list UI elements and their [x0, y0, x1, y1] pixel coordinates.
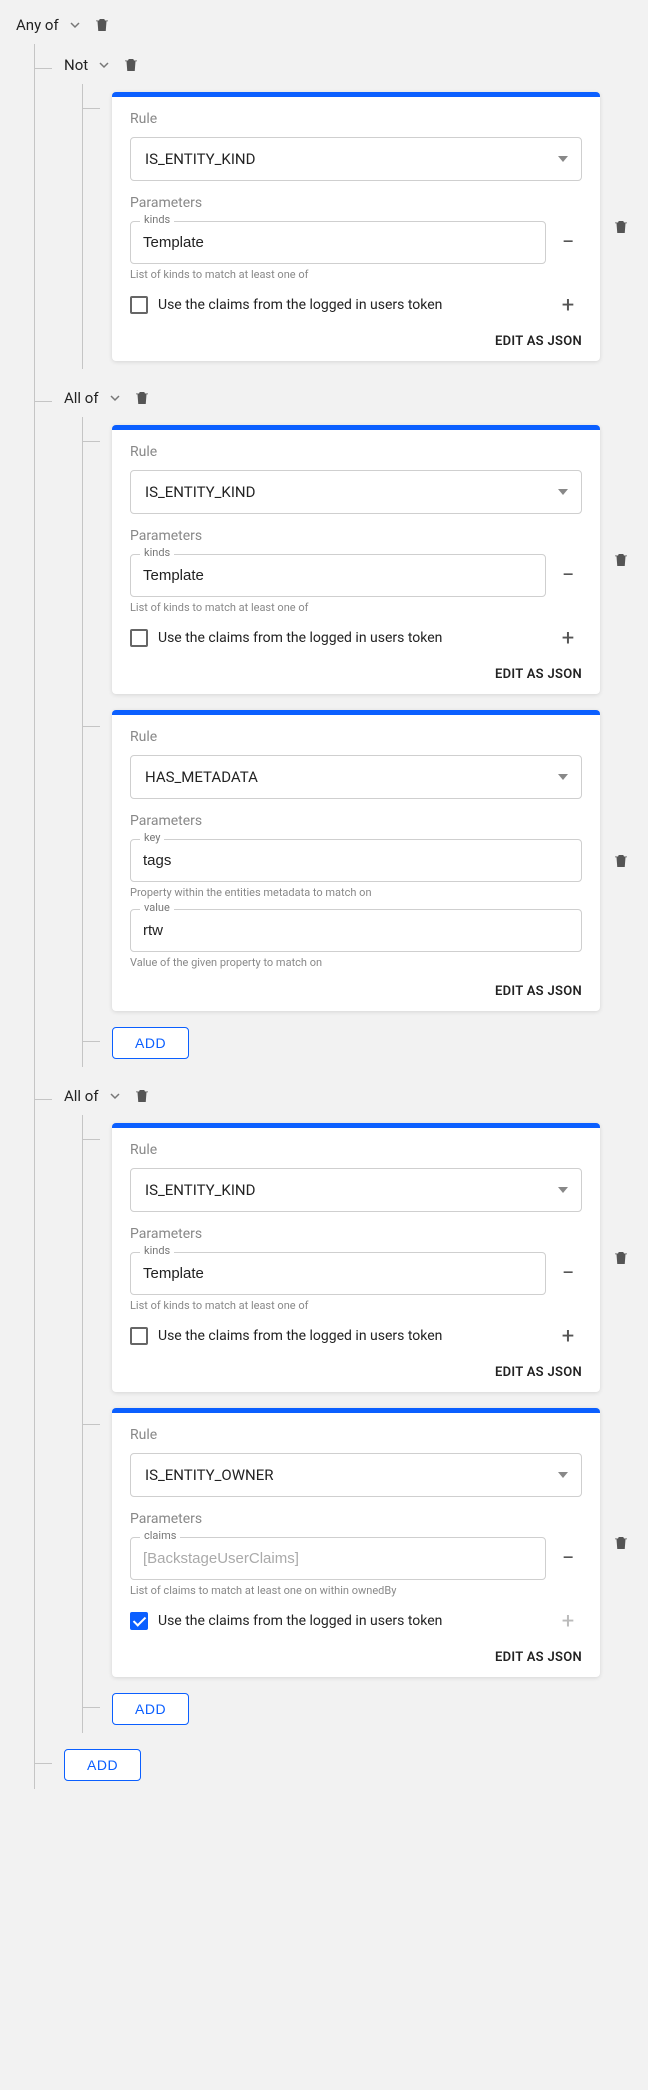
claims-checkbox-label: Use the claims from the logged in users …	[158, 1328, 544, 1344]
claims-checkbox-label: Use the claims from the logged in users …	[158, 297, 544, 313]
rule-label: Rule	[130, 729, 582, 745]
plus-icon: +	[554, 1607, 582, 1635]
rule-select[interactable]: HAS_METADATA	[130, 755, 582, 799]
rule-label: Rule	[130, 444, 582, 460]
rule-label: Rule	[130, 111, 582, 127]
trash-icon[interactable]	[120, 54, 142, 76]
add-button[interactable]: ADD	[112, 1027, 189, 1059]
rule-select[interactable]: IS_ENTITY_KIND	[130, 1168, 582, 1212]
edit-as-json-button[interactable]: EDIT AS JSON	[495, 984, 582, 999]
edit-as-json-button[interactable]: EDIT AS JSON	[495, 1365, 582, 1380]
edit-as-json-button[interactable]: EDIT AS JSON	[495, 1650, 582, 1665]
edit-as-json-button[interactable]: EDIT AS JSON	[495, 667, 582, 682]
field-legend-kinds: kinds	[140, 1244, 174, 1257]
chevron-down-icon[interactable]	[67, 17, 83, 33]
rule-card: Rule IS_ENTITY_OWNER Parameters claims	[112, 1408, 600, 1677]
rule-select[interactable]: IS_ENTITY_KIND	[130, 470, 582, 514]
rule-card: Rule IS_ENTITY_KIND Parameters kinds	[112, 1123, 600, 1392]
plus-icon[interactable]: +	[554, 624, 582, 652]
claims-checkbox[interactable]	[130, 296, 148, 314]
plus-icon[interactable]: +	[554, 291, 582, 319]
helper-text: List of kinds to match at least one of	[130, 1299, 582, 1312]
claims-input[interactable]	[130, 1537, 546, 1580]
parameters-label: Parameters	[130, 1226, 582, 1242]
trash-icon[interactable]	[131, 387, 153, 409]
trash-icon[interactable]	[610, 1247, 632, 1269]
helper-text: List of kinds to match at least one of	[130, 268, 582, 281]
chevron-down-icon[interactable]	[107, 1088, 123, 1104]
group-anyof: Any of Not	[16, 12, 632, 1789]
claims-checkbox[interactable]	[130, 1612, 148, 1630]
helper-text: List of kinds to match at least one of	[130, 601, 582, 614]
helper-text: Property within the entities metadata to…	[130, 886, 582, 899]
helper-text: Value of the given property to match on	[130, 956, 582, 969]
rule-card: Rule IS_ENTITY_KIND Parameters kinds	[112, 425, 600, 694]
op-label: Not	[64, 56, 88, 74]
rule-label: Rule	[130, 1427, 582, 1443]
field-legend-kinds: kinds	[140, 213, 174, 226]
rule-card: Rule IS_ENTITY_KIND Parameters kinds	[112, 92, 600, 361]
claims-checkbox-label: Use the claims from the logged in users …	[158, 630, 544, 646]
key-input[interactable]	[130, 839, 582, 882]
claims-checkbox-label: Use the claims from the logged in users …	[158, 1613, 544, 1629]
field-legend-value: value	[140, 901, 174, 914]
trash-icon[interactable]	[610, 549, 632, 571]
parameters-label: Parameters	[130, 813, 582, 829]
field-legend-key: key	[140, 831, 164, 844]
parameters-label: Parameters	[130, 195, 582, 211]
rule-label: Rule	[130, 1142, 582, 1158]
claims-checkbox[interactable]	[130, 1327, 148, 1345]
rule-card: Rule HAS_METADATA Parameters key	[112, 710, 600, 1011]
chevron-down-icon[interactable]	[107, 390, 123, 406]
minus-icon[interactable]: −	[554, 229, 582, 257]
parameters-label: Parameters	[130, 1511, 582, 1527]
edit-as-json-button[interactable]: EDIT AS JSON	[495, 334, 582, 349]
group-not: Not Rule IS_ENTITY_KIND P	[64, 52, 632, 369]
kinds-input[interactable]	[130, 554, 546, 597]
group-allof: All of Rule IS_ENTITY_KIND	[64, 1083, 632, 1733]
op-label: All of	[64, 1087, 99, 1105]
add-button[interactable]: ADD	[112, 1693, 189, 1725]
value-input[interactable]	[130, 909, 582, 952]
claims-checkbox[interactable]	[130, 629, 148, 647]
helper-text: List of claims to match at least one on …	[130, 1584, 582, 1597]
add-button[interactable]: ADD	[64, 1749, 141, 1781]
minus-icon[interactable]: −	[554, 1545, 582, 1573]
rule-select[interactable]: IS_ENTITY_KIND	[130, 137, 582, 181]
trash-icon[interactable]	[91, 14, 113, 36]
rule-select[interactable]: IS_ENTITY_OWNER	[130, 1453, 582, 1497]
field-legend-claims: claims	[140, 1529, 180, 1542]
op-label: Any of	[16, 16, 59, 34]
chevron-down-icon[interactable]	[96, 57, 112, 73]
minus-icon[interactable]: −	[554, 1260, 582, 1288]
kinds-input[interactable]	[130, 221, 546, 264]
field-legend-kinds: kinds	[140, 546, 174, 559]
trash-icon[interactable]	[610, 216, 632, 238]
trash-icon[interactable]	[610, 1532, 632, 1554]
plus-icon[interactable]: +	[554, 1322, 582, 1350]
group-allof: All of Rule IS_ENTITY_KIND	[64, 385, 632, 1067]
kinds-input[interactable]	[130, 1252, 546, 1295]
parameters-label: Parameters	[130, 528, 582, 544]
minus-icon[interactable]: −	[554, 562, 582, 590]
op-label: All of	[64, 389, 99, 407]
trash-icon[interactable]	[131, 1085, 153, 1107]
trash-icon[interactable]	[610, 850, 632, 872]
